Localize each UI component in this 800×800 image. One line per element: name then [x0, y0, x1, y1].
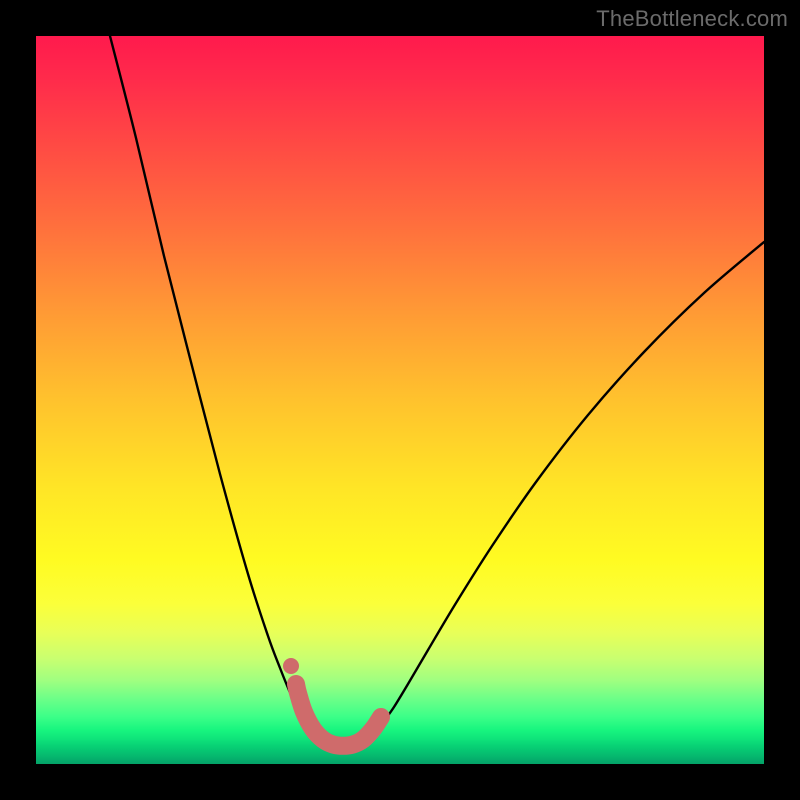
watermark-text: TheBottleneck.com	[596, 6, 788, 32]
curve-layer	[36, 36, 764, 764]
chart-frame: TheBottleneck.com	[0, 0, 800, 800]
plot-area	[36, 36, 764, 764]
highlight-region	[296, 684, 381, 746]
highlight-dot	[283, 658, 299, 674]
bottleneck-curve	[110, 36, 764, 749]
